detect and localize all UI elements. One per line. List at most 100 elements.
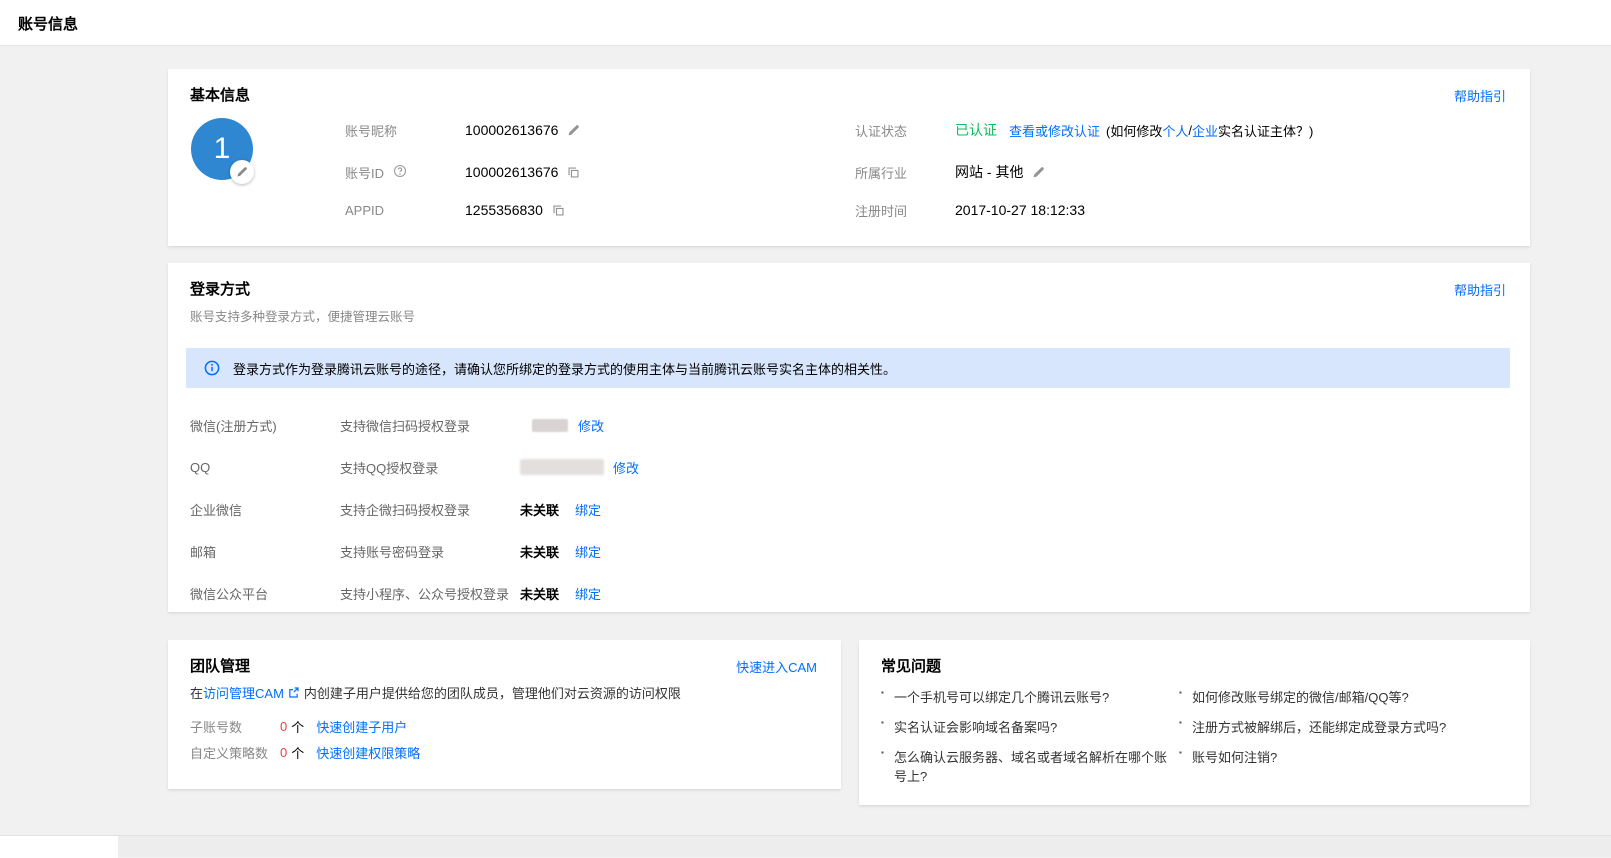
copy-icon [552,204,565,217]
sub-account-count-unit: 个 [291,717,304,736]
login-method-name: QQ [190,460,340,475]
quick-create-policy-link[interactable]: 快速创建权限策略 [316,743,420,762]
login-row-email: 邮箱 支持账号密码登录 未关联 绑定 [190,539,1508,563]
nickname-row: 账号昵称 100002613676 [345,118,580,142]
login-method-desc: 支持微信扫码授权登录 [340,416,520,435]
login-method-desc: 支持QQ授权登录 [340,458,520,477]
login-method-name: 邮箱 [190,542,340,561]
registration-time-row: 注册时间 2017-10-27 18:12:33 [855,198,1085,222]
sub-account-count-value: 0 [280,719,287,734]
login-row-qq: QQ 支持QQ授权登录 修改 [190,455,1508,479]
login-methods-title: 登录方式 [190,278,250,299]
modify-qq-link[interactable]: 修改 [613,458,639,477]
faq-card: 常见问题 一个手机号可以绑定几个腾讯云账号? 实名认证会影响域名备案吗? 怎么确… [859,640,1530,805]
team-management-title: 团队管理 [190,655,250,676]
verify-note-prefix: (如何修改 [1106,121,1162,140]
custom-policy-count-label: 自定义策略数 [190,743,280,762]
account-id-label: 账号ID [345,163,465,182]
avatar[interactable]: 1 [191,118,253,180]
avatar-edit-button[interactable] [230,160,254,184]
pencil-icon [236,166,248,178]
masked-qq-value [520,459,604,475]
login-methods-subtitle: 账号支持多种登录方式，便捷管理云账号 [190,306,415,325]
nickname-label: 账号昵称 [345,121,465,140]
copy-account-id-button[interactable] [567,166,580,179]
verify-status-row: 认证状态 已认证 查看或修改认证 (如何修改 个人 / 企业 实名认证主体？) [855,118,1313,142]
faq-title: 常见问题 [881,655,941,676]
faq-item[interactable]: 实名认证会影响域名备案吗? [881,717,1161,736]
account-id-value: 100002613676 [465,164,558,180]
enterprise-verification-link[interactable]: 企业 [1192,121,1218,140]
faq-item[interactable]: 如何修改账号绑定的微信/邮箱/QQ等? [1179,687,1479,706]
login-method-desc: 支持账号密码登录 [340,542,520,561]
quick-enter-cam-link[interactable]: 快速进入CAM [736,657,817,676]
login-method-name: 微信公众平台 [190,584,340,603]
login-method-name: 微信(注册方式) [190,416,340,435]
login-methods-card: 登录方式 帮助指引 账号支持多种登录方式，便捷管理云账号 登录方式作为登录腾讯云… [168,263,1530,612]
external-link-icon[interactable] [287,686,300,699]
copy-appid-button[interactable] [552,204,565,217]
sub-account-count-label: 子账号数 [190,717,280,736]
bind-email-link[interactable]: 绑定 [575,542,601,561]
edit-nickname-button[interactable] [567,124,580,137]
wecom-bind-status: 未关联 [520,500,575,519]
login-row-wecom: 企业微信 支持企微扫码授权登录 未关联 绑定 [190,497,1508,521]
copy-icon [567,166,580,179]
avatar-text: 1 [214,132,231,166]
nickname-value: 100002613676 [465,122,558,138]
custom-policy-count-value: 0 [280,745,287,760]
login-info-banner-text: 登录方式作为登录腾讯云账号的途径，请确认您所绑定的登录方式的使用主体与当前腾讯云… [233,359,896,378]
verify-status-badge: 已认证 [955,120,997,140]
custom-policy-count-unit: 个 [291,743,304,762]
appid-value: 1255356830 [465,202,543,218]
basic-info-title: 基本信息 [190,84,250,105]
wechat-official-bind-status: 未关联 [520,584,575,603]
page-bottom-edge [0,835,1611,857]
info-circle-icon [204,360,220,376]
login-row-wechat: 微信(注册方式) 支持微信扫码授权登录 修改 [190,413,1508,437]
appid-label: APPID [345,203,465,218]
basic-info-card: 基本信息 帮助指引 1 账号昵称 100002613676 账号ID 10000… [168,69,1530,246]
bind-wecom-link[interactable]: 绑定 [575,500,601,519]
faq-item[interactable]: 注册方式被解绑后，还能绑定成登录方式吗? [1179,717,1489,736]
modify-wechat-link[interactable]: 修改 [578,416,604,435]
login-help-guide-link[interactable]: 帮助指引 [1454,280,1506,299]
team-management-card: 团队管理 快速进入CAM 在 访问管理CAM 内创建子用户提供给您的团队成员，管… [168,640,841,789]
team-desc-suffix: 内创建子用户提供给您的团队成员，管理他们对云资源的访问权限 [304,683,681,702]
registration-time-label: 注册时间 [855,201,955,220]
page-header: 账号信息 [0,0,1611,46]
basic-help-guide-link[interactable]: 帮助指引 [1454,86,1506,105]
pencil-icon [1032,166,1045,179]
faq-item[interactable]: 怎么确认云服务器、域名或者域名解析在哪个账号上? [881,747,1176,785]
faq-item[interactable]: 账号如何注销? [1179,747,1479,766]
verify-status-label: 认证状态 [855,121,955,140]
page-title: 账号信息 [18,13,78,34]
industry-value: 网站 - 其他 [955,162,1023,182]
masked-wechat-value [532,419,568,432]
pencil-icon [567,124,580,137]
industry-row: 所属行业 网站 - 其他 [855,160,1045,184]
login-method-desc: 支持小程序、公众号授权登录 [340,584,520,603]
view-or-modify-verification-link[interactable]: 查看或修改认证 [1009,121,1100,140]
team-management-desc: 在 访问管理CAM 内创建子用户提供给您的团队成员，管理他们对云资源的访问权限 [190,682,681,702]
bottom-left-fragment [0,836,118,858]
login-method-desc: 支持企微扫码授权登录 [340,500,520,519]
login-method-name: 企业微信 [190,500,340,519]
registration-time-value: 2017-10-27 18:12:33 [955,202,1085,218]
email-bind-status: 未关联 [520,542,575,561]
quick-create-subuser-link[interactable]: 快速创建子用户 [316,717,407,736]
cam-console-link[interactable]: 访问管理CAM [203,683,284,702]
faq-item[interactable]: 一个手机号可以绑定几个腾讯云账号? [881,687,1161,706]
appid-row: APPID 1255356830 [345,198,565,222]
bind-wechat-official-link[interactable]: 绑定 [575,584,601,603]
verify-note-suffix: 实名认证主体？) [1218,121,1313,140]
login-row-wechat-official: 微信公众平台 支持小程序、公众号授权登录 未关联 绑定 [190,581,1508,605]
account-id-label-text: 账号ID [345,166,384,181]
question-circle-icon[interactable] [393,164,407,178]
login-info-banner: 登录方式作为登录腾讯云账号的途径，请确认您所绑定的登录方式的使用主体与当前腾讯云… [186,348,1510,388]
industry-label: 所属行业 [855,163,955,182]
edit-industry-button[interactable] [1032,166,1045,179]
personal-verification-link[interactable]: 个人 [1162,121,1188,140]
account-id-row: 账号ID 100002613676 [345,160,580,184]
sub-account-stat-row: 子账号数 0 个 快速创建子用户 [190,716,407,736]
